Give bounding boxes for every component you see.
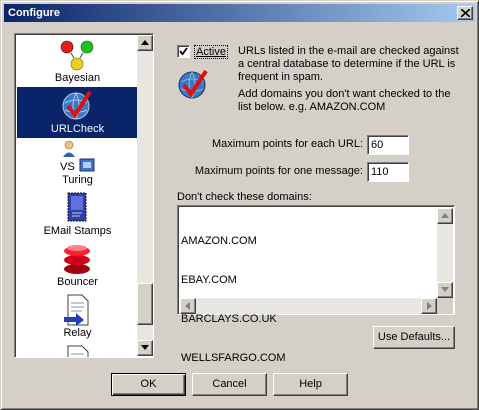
- domain-entry: WELLSFARGO.COM: [181, 352, 286, 364]
- max-points-url-input[interactable]: 60: [367, 135, 409, 155]
- close-button[interactable]: [457, 6, 473, 20]
- max-points-message-input[interactable]: 110: [367, 162, 409, 182]
- sidebar-item-label: Bouncer: [57, 276, 98, 288]
- bayesian-icon: [60, 40, 94, 71]
- use-defaults-button[interactable]: Use Defaults...: [373, 326, 455, 349]
- arrow-down-icon: [141, 345, 149, 350]
- scroll-right-button[interactable]: [421, 298, 437, 314]
- description-paragraph: Add domains you don't want checked to th…: [238, 88, 451, 113]
- bouncer-icon: [64, 245, 90, 274]
- relay-icon: [64, 294, 89, 326]
- domain-entry: AMAZON.COM: [181, 235, 257, 247]
- title-bar[interactable]: Configure: [4, 4, 475, 22]
- sidebar-item-label: Turing: [62, 174, 93, 186]
- window-title: Configure: [8, 7, 60, 19]
- scroll-down-button[interactable]: [137, 340, 153, 356]
- scroll-down-button[interactable]: [437, 282, 453, 298]
- email-stamp-icon: [67, 192, 87, 222]
- description-paragraph: URLs listed in the e-mail are checked ag…: [238, 45, 459, 83]
- svg-text:VS: VS: [60, 161, 75, 173]
- scroll-thumb[interactable]: [137, 283, 153, 325]
- max-points-url-label: Maximum points for each URL:: [212, 138, 363, 150]
- configure-dialog: Configure Bayesian URLCheck VS Turing EM…: [0, 0, 479, 410]
- domains-label: Don't check these domains:: [177, 191, 312, 203]
- arrow-up-icon: [141, 40, 149, 45]
- urlcheck-icon: [62, 90, 92, 120]
- sidebar-item-relay[interactable]: Relay: [17, 291, 138, 342]
- sidebar-item-label: EMail Stamps: [43, 225, 112, 237]
- category-scrollbar[interactable]: [137, 35, 153, 356]
- max-points-message-label: Maximum points for one message:: [194, 165, 363, 177]
- domains-vertical-scrollbar[interactable]: [437, 208, 453, 298]
- urlcheck-description: URLs listed in the e-mail are checked ag…: [238, 45, 463, 118]
- arrow-down-icon: [441, 287, 449, 292]
- active-checkbox[interactable]: [177, 45, 190, 58]
- category-list[interactable]: Bayesian URLCheck VS Turing EMail Stamps…: [14, 33, 154, 358]
- scroll-up-button[interactable]: [437, 208, 453, 224]
- sidebar-item-urlcheck[interactable]: URLCheck: [17, 87, 138, 138]
- document-icon: [67, 345, 89, 357]
- close-icon: [461, 9, 470, 17]
- domain-entry: BARCLAYS.CO.UK: [181, 313, 277, 325]
- sidebar-item-next-partial[interactable]: [17, 342, 138, 357]
- sidebar-item-label: Bayesian: [54, 72, 101, 84]
- sidebar-item-label: URLCheck: [50, 123, 105, 135]
- sidebar-item-bayesian[interactable]: Bayesian: [17, 36, 138, 87]
- arrow-right-icon: [427, 302, 432, 310]
- sidebar-item-label: Relay: [63, 327, 92, 339]
- checkmark-icon: [179, 47, 188, 56]
- domain-entry: EBAY.COM: [181, 274, 237, 286]
- help-button[interactable]: Help: [273, 373, 348, 396]
- ok-button[interactable]: OK: [111, 373, 186, 396]
- arrow-left-icon: [185, 302, 190, 310]
- turing-icon: VS: [60, 140, 95, 173]
- scrollbar-corner: [437, 298, 453, 314]
- scroll-left-button[interactable]: [180, 298, 196, 314]
- urlcheck-icon: [178, 69, 208, 99]
- domains-horizontal-scrollbar[interactable]: [180, 298, 437, 314]
- sidebar-item-email-stamps[interactable]: EMail Stamps: [17, 189, 138, 240]
- arrow-up-icon: [441, 213, 449, 218]
- cancel-button[interactable]: Cancel: [192, 373, 267, 396]
- domains-textarea[interactable]: AMAZON.COM EBAY.COM BARCLAYS.CO.UK WELLS…: [177, 205, 455, 364]
- sidebar-item-bouncer[interactable]: Bouncer: [17, 240, 138, 291]
- scroll-up-button[interactable]: [137, 35, 153, 51]
- sidebar-item-turing[interactable]: VS Turing: [17, 138, 138, 189]
- active-label[interactable]: Active: [194, 45, 228, 59]
